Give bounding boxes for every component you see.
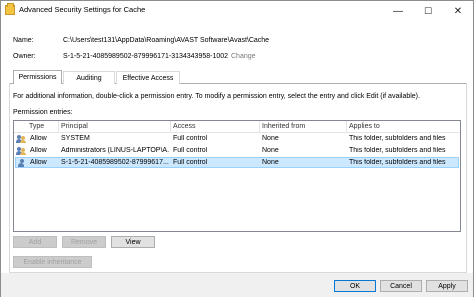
column-header-access[interactable]: Access: [173, 123, 196, 130]
owner-label: Owner:: [13, 53, 36, 60]
row-applies-to: This folder, subfolders and files: [349, 135, 446, 142]
permission-row[interactable]: Allow Administrators (LINUS-LAPTOP\A... …: [15, 146, 459, 157]
add-button[interactable]: Add: [13, 236, 57, 248]
ok-button[interactable]: OK: [334, 280, 376, 292]
permission-entries-list[interactable]: Type Principal Access Inherited from App…: [13, 120, 461, 232]
apply-button[interactable]: Apply: [426, 280, 468, 292]
row-type: Allow: [30, 147, 47, 154]
row-principal: S-1-5-21-4085989502-87999617...: [61, 159, 169, 166]
name-label: Name:: [13, 37, 34, 44]
permission-entries-label: Permission entries:: [13, 109, 73, 116]
advanced-security-dialog: Advanced Security Settings for Cache — ☐…: [0, 0, 474, 297]
user-icon: [18, 159, 27, 167]
name-value: C:\Users\test131\AppData\Roaming\AVAST S…: [63, 37, 270, 44]
row-access: Full control: [173, 147, 208, 154]
row-applies-to: This folder, subfolders and files: [349, 147, 446, 154]
column-separator[interactable]: [170, 121, 171, 133]
column-header-applies-to[interactable]: Applies to: [349, 123, 380, 130]
row-type: Allow: [30, 135, 47, 142]
maximize-button[interactable]: ☐: [413, 1, 443, 21]
column-header-principal[interactable]: Principal: [61, 123, 88, 130]
row-principal: Administrators (LINUS-LAPTOP\A...: [61, 147, 169, 154]
owner-value: S-1-5-21-4085989502-879996171-3134343958…: [63, 53, 229, 60]
row-access: Full control: [173, 159, 208, 166]
row-inherited-from: None: [262, 135, 279, 142]
remove-button[interactable]: Remove: [62, 236, 106, 248]
column-header-inherited-from[interactable]: Inherited from: [262, 123, 305, 130]
folder-icon: [5, 3, 15, 15]
row-type: Allow: [30, 159, 47, 166]
tab-permissions[interactable]: Permissions: [13, 70, 62, 84]
view-button[interactable]: View: [111, 236, 155, 248]
permission-row[interactable]: Allow SYSTEM Full control None This fold…: [15, 134, 459, 145]
column-separator[interactable]: [58, 121, 59, 133]
user-group-icon: [16, 135, 26, 143]
row-inherited-from: None: [262, 159, 279, 166]
permissions-info-text: For additional information, double-click…: [13, 93, 420, 100]
close-button[interactable]: ✕: [443, 1, 473, 21]
column-separator[interactable]: [259, 121, 260, 133]
row-applies-to: This folder, subfolders and files: [349, 159, 446, 166]
column-header-type[interactable]: Type: [29, 123, 44, 130]
user-group-icon: [16, 147, 26, 155]
dialog-footer: OK Cancel Apply: [1, 273, 473, 297]
row-principal: SYSTEM: [61, 135, 90, 142]
list-header: Type Principal Access Inherited from App…: [14, 121, 460, 133]
column-separator[interactable]: [346, 121, 347, 133]
permission-row-selected[interactable]: Allow S-1-5-21-4085989502-87999617... Fu…: [15, 157, 459, 168]
change-owner-link[interactable]: Change: [231, 53, 256, 60]
window-title: Advanced Security Settings for Cache: [19, 5, 146, 14]
row-inherited-from: None: [262, 147, 279, 154]
row-access: Full control: [173, 135, 208, 142]
title-bar[interactable]: Advanced Security Settings for Cache — ☐…: [1, 1, 473, 21]
minimize-button[interactable]: —: [383, 1, 413, 21]
enable-inheritance-button[interactable]: Enable inheritance: [13, 256, 92, 268]
cancel-button[interactable]: Cancel: [380, 280, 422, 292]
